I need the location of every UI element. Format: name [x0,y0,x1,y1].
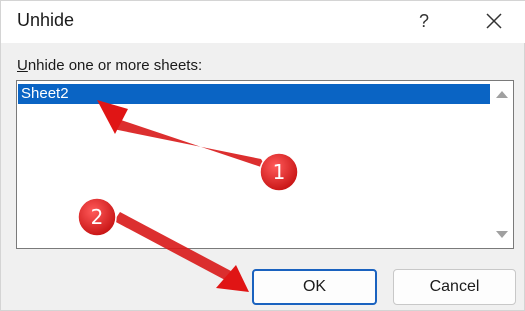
annotation-number-2: 2 [90,205,104,229]
help-button[interactable]: ? [409,6,439,36]
dialog-title: Unhide [17,10,75,30]
close-icon [486,13,502,29]
list-prompt-label: Unhide one or more sheets: [17,57,202,74]
ok-button[interactable]: OK [252,269,377,305]
vertical-scrollbar[interactable] [492,82,512,247]
scroll-down-arrow-icon[interactable] [496,231,508,238]
list-item-sheet2[interactable]: Sheet2 [18,84,490,104]
prompt-text: nhide one or more sheets: [27,57,203,74]
unhide-dialog: Unhide ? Unhide one or more sheets: Shee… [0,0,525,311]
prompt-accelerator: U [17,57,28,74]
title-bar: Unhide ? [1,1,525,43]
close-button[interactable] [479,6,509,36]
annotation-number-1: 1 [272,160,286,184]
cancel-button[interactable]: Cancel [393,269,516,305]
scroll-up-arrow-icon[interactable] [496,91,508,98]
